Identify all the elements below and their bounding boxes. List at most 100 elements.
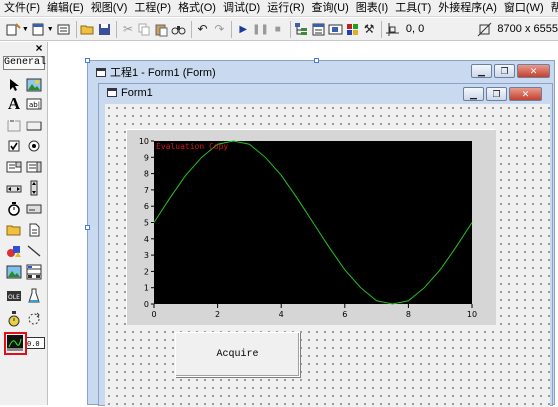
vscrollbar-icon[interactable]: [25, 179, 43, 197]
chart: 0 1 2 3 4 5 6 7 8 9 10 0 2 4 6 8 10 Evaluation Copy: [127, 130, 496, 325]
menu-format[interactable]: 格式(O): [174, 0, 219, 16]
timer-icon[interactable]: [5, 200, 23, 218]
break-icon[interactable]: ❚❚: [252, 21, 269, 38]
form-window-title: Form1: [107, 87, 153, 99]
cut-icon[interactable]: ✂: [120, 21, 136, 38]
menu-query[interactable]: 查询(U): [308, 0, 352, 16]
resize-handle[interactable]: [85, 58, 90, 63]
menu-diagram[interactable]: 图表(I): [352, 0, 391, 16]
flask-icon[interactable]: [25, 287, 43, 305]
end-icon[interactable]: ■: [270, 21, 286, 38]
numeric-display-icon[interactable]: 0.0: [25, 334, 45, 352]
frame-icon[interactable]: [5, 116, 23, 134]
form-layout-icon[interactable]: [327, 21, 343, 38]
stopwatch-icon[interactable]: [5, 310, 23, 328]
toolbar-separator: [231, 20, 233, 38]
y-tick-label: 1: [144, 284, 149, 293]
toolbar-separator: [289, 20, 291, 38]
menu-help[interactable]: 帮助(H): [547, 0, 558, 16]
x-tick-label: 10: [467, 310, 477, 319]
project-window: 工程1 - Form1 (Form) ▁ ❐ ✕ Form1 ▁ ❐ ✕ 0 1 2…: [85, 58, 555, 407]
svg-text:ab|: ab|: [29, 101, 40, 109]
undo-icon[interactable]: ↶: [195, 21, 211, 38]
hscrollbar-icon[interactable]: [5, 179, 23, 197]
minimize-button[interactable]: ▁: [471, 64, 492, 78]
properties-window-icon[interactable]: [311, 21, 327, 38]
standard-toolbar: ▼ ▼ ✂ ↶ ↷ ▶ ❚❚ ■ ⚒ 0, 0 8700 x 6555: [0, 18, 558, 41]
listbox-icon[interactable]: [25, 158, 43, 176]
maximize-button[interactable]: ❐: [486, 87, 507, 101]
svg-text:OLE: OLE: [8, 294, 20, 301]
y-tick-label: 3: [144, 251, 149, 260]
menu-file[interactable]: 文件(F): [0, 0, 43, 16]
resize-handle[interactable]: [85, 225, 90, 230]
x-tick-label: 6: [342, 310, 347, 319]
open-folder-icon[interactable]: [79, 21, 95, 38]
menu-window[interactable]: 窗口(W): [500, 0, 547, 16]
acquire-button[interactable]: Acquire: [175, 332, 300, 377]
drivelistbox-icon[interactable]: [25, 200, 43, 218]
object-browser-icon[interactable]: [344, 21, 360, 38]
x-tick-label: 8: [406, 310, 411, 319]
menu-project[interactable]: 工程(P): [130, 0, 174, 16]
graph-control[interactable]: 0 1 2 3 4 5 6 7 8 9 10 0 2 4 6 8 10 Evaluation Copy: [126, 129, 496, 325]
position-icon: [385, 21, 401, 38]
menu-addins[interactable]: 外接程序(A): [434, 0, 500, 16]
form-title-text: Form1: [121, 87, 153, 99]
toolbar-separator: [116, 20, 118, 38]
selected-tool-highlight: [4, 332, 27, 355]
menu-run[interactable]: 运行(R): [263, 0, 307, 16]
copy-icon[interactable]: [137, 21, 153, 38]
menu-edit[interactable]: 编辑(E): [43, 0, 87, 16]
position-readout: 0, 0: [405, 23, 425, 35]
toolbox-icon[interactable]: ⚒: [361, 21, 377, 38]
y-tick-label: 4: [144, 235, 149, 244]
menu-view[interactable]: 视图(V): [87, 0, 131, 16]
maximize-button[interactable]: ❐: [494, 64, 515, 78]
minimize-button[interactable]: ▁: [463, 87, 484, 101]
menu-debug[interactable]: 调试(D): [219, 0, 263, 16]
close-button[interactable]: ✕: [517, 64, 550, 78]
shape-icon[interactable]: [5, 242, 23, 260]
ole-icon[interactable]: OLE: [5, 287, 23, 305]
project-window-title: 工程1 - Form1 (Form): [96, 64, 216, 80]
refresh-dots-icon[interactable]: [25, 310, 43, 328]
dropdown-arrow-icon[interactable]: ▼: [22, 26, 29, 33]
find-icon[interactable]: [171, 21, 187, 38]
add-project-icon[interactable]: [6, 21, 22, 38]
close-icon[interactable]: ×: [33, 42, 45, 54]
combobox-icon[interactable]: [5, 158, 23, 176]
start-icon[interactable]: ▶: [235, 21, 251, 38]
redo-icon[interactable]: ↷: [211, 21, 227, 38]
project-explorer-icon[interactable]: [294, 21, 310, 38]
menu-editor-icon[interactable]: [56, 21, 72, 38]
toolbox-tab-general[interactable]: General: [3, 56, 46, 70]
textbox-icon[interactable]: ab|: [25, 95, 43, 113]
mdi-workspace: 工程1 - Form1 (Form) ▁ ❐ ✕ Form1 ▁ ❐ ✕ 0 1 2…: [49, 42, 558, 407]
data-control-icon[interactable]: [25, 263, 43, 281]
svg-text:0.0: 0.0: [27, 340, 40, 348]
image-tool-icon[interactable]: [5, 263, 23, 281]
pointer-icon[interactable]: [5, 76, 23, 94]
save-icon[interactable]: [96, 21, 112, 38]
checkbox-icon[interactable]: [5, 137, 23, 155]
y-tick-label: 10: [139, 137, 149, 146]
line-tool-icon[interactable]: [25, 242, 43, 260]
close-button[interactable]: ✕: [509, 87, 542, 101]
label-tool-icon[interactable]: A: [5, 94, 23, 113]
y-tick-label: 0: [144, 300, 149, 309]
filelistbox-icon[interactable]: [25, 221, 43, 239]
add-form-icon[interactable]: [31, 21, 47, 38]
menu-tools[interactable]: 工具(T): [391, 0, 434, 16]
dropdown-arrow-icon[interactable]: ▼: [47, 26, 54, 33]
y-tick-label: 5: [144, 219, 149, 228]
form-design-surface[interactable]: 0 1 2 3 4 5 6 7 8 9 10 0 2 4 6 8 10 Evaluation Copy Acqui…: [105, 104, 550, 407]
dirlistbox-icon[interactable]: [5, 221, 23, 239]
project-window-title-text: 工程1 - Form1 (Form): [110, 67, 216, 79]
paste-icon[interactable]: [154, 21, 170, 38]
commandbutton-icon[interactable]: [25, 116, 43, 134]
picturebox-icon[interactable]: [25, 76, 43, 94]
optionbutton-icon[interactable]: [25, 137, 43, 155]
resize-handle[interactable]: [314, 58, 319, 63]
size-readout: 8700 x 6555: [497, 23, 558, 35]
